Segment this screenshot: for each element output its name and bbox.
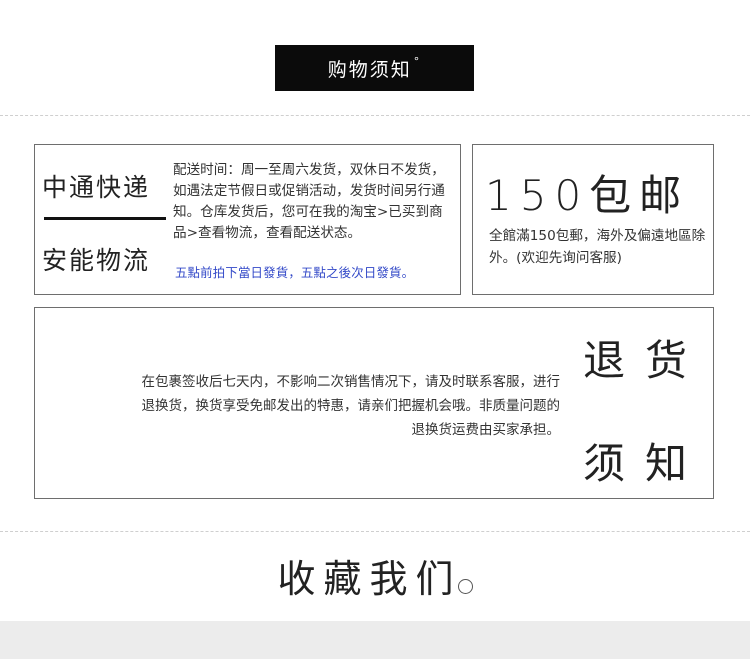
header-banner: 购物须知 ° (275, 45, 474, 91)
divider-top (0, 115, 750, 116)
degree-mark: ° (413, 54, 422, 68)
returns-line-2: 退换货，换货享受免邮发出的特惠，请亲们把握机会哦。非质量问题的 (141, 398, 561, 414)
free-shipping-desc: 全館滿150包郵，海外及偏遠地區除外。(欢迎先询问客服) (489, 228, 706, 266)
returns-line-1: 在包裹签收后七天内，不影响二次销售情况下，请及时联系客服，进行 (141, 374, 561, 390)
carrier-divider (44, 217, 166, 220)
shipping-note: 五點前拍下當日發貨，五點之後次日發貨。 (175, 265, 415, 280)
shipping-info: 配送时间：周一至周六发货，双休日不发货，如遇法定节假日或促销活动，发货时间另行通… (173, 162, 445, 241)
carrier-zto: 中通快递 (42, 173, 151, 202)
free-shipping-title: 150包邮 (485, 171, 690, 220)
circle-icon (457, 579, 473, 594)
bottom-band (0, 621, 750, 659)
returns-title-bottom: 须知 (583, 439, 708, 488)
favorite-title: 收藏我们 (277, 557, 462, 601)
header-title: 购物须知 (327, 58, 412, 81)
favorite-heading: 收藏我们 (0, 548, 750, 603)
carrier-ane: 安能物流 (42, 246, 151, 275)
returns-text: 在包裹签收后七天内，不影响二次销售情况下，请及时联系客服，进行 退换货，换货享受… (58, 370, 561, 442)
divider-bottom (0, 531, 750, 532)
returns-title-top: 退货 (583, 336, 708, 385)
returns-line-3: 退换货运费由买家承担。 (411, 422, 561, 438)
